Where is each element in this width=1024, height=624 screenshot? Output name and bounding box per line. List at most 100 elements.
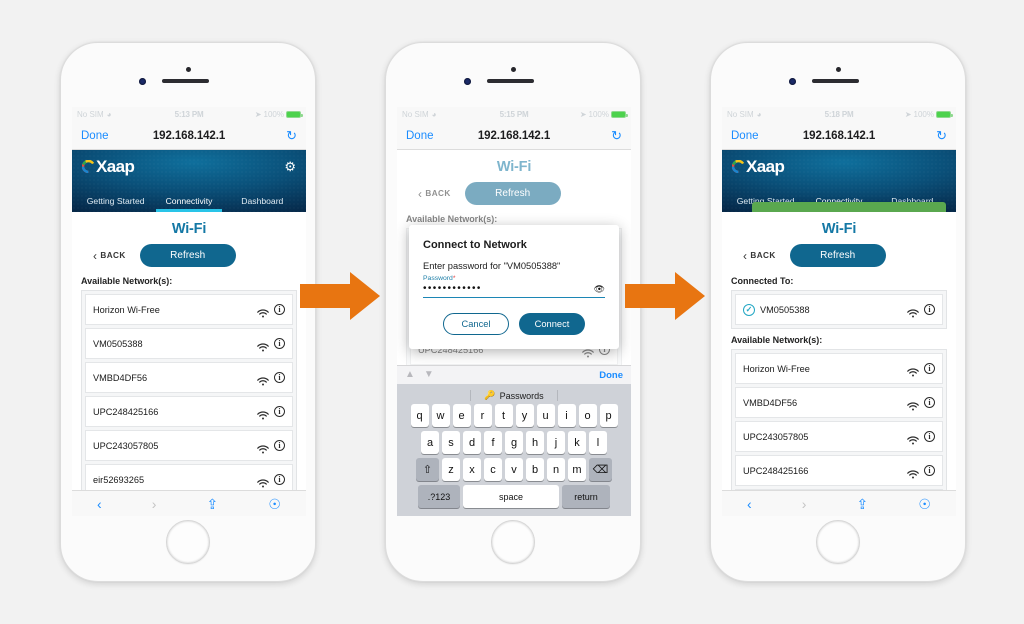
key-b[interactable]: b [526,458,544,481]
info-icon[interactable]: i [274,406,285,417]
key-c[interactable]: c [484,458,502,481]
front-camera-icon [139,78,146,85]
network-name: UPC243057805 [93,440,159,451]
chevron-down-icon[interactable]: ▼ [424,370,434,380]
key-m[interactable]: m [568,458,586,481]
network-row[interactable]: UPC243057805 i [85,430,293,461]
row-icons: i [907,431,935,445]
keyboard-done-button[interactable]: Done [599,370,623,381]
space-key[interactable]: space [463,485,559,508]
shift-icon[interactable]: ⇧ [416,458,439,481]
reload-icon[interactable]: ↻ [286,129,297,142]
reload-icon[interactable]: ↻ [936,129,947,142]
key-y[interactable]: y [515,404,534,427]
safari-host-label[interactable]: 192.168.142.1 [397,130,631,142]
key-r[interactable]: r [473,404,492,427]
key-a[interactable]: a [421,431,439,454]
home-button[interactable] [816,520,860,564]
network-list-3[interactable]: Horizon Wi-Free i VMBD4DF56 i UPC243057805 i U… [731,349,947,490]
keyboard-row-1: qwertyuiop [399,404,629,427]
wifi-signal-icon [257,441,269,454]
key-i[interactable]: i [557,404,576,427]
back-button[interactable]: ‹ BACK [731,250,776,262]
key-e[interactable]: e [452,404,471,427]
back-button[interactable]: ‹ BACK [81,250,126,262]
info-icon[interactable]: i [274,474,285,485]
tab-getting-started[interactable]: Getting Started [79,196,152,212]
app-content-3: Wi-Fi ‹ BACK Refresh Connected To: ✓ VM0… [722,212,956,490]
wifi-controls: ‹ BACK Refresh [81,244,297,275]
network-row[interactable]: VMBD4DF56 i [85,362,293,393]
reload-icon[interactable]: ↻ [611,129,622,142]
info-icon[interactable]: i [924,431,935,442]
key-l[interactable]: l [589,431,607,454]
passwords-suggestion[interactable]: Passwords [500,391,544,401]
home-button[interactable] [491,520,535,564]
back-chevron-icon[interactable]: ‹ [747,497,752,511]
key-k[interactable]: k [568,431,586,454]
info-icon[interactable]: i [274,338,285,349]
key-g[interactable]: g [505,431,523,454]
key-t[interactable]: t [494,404,513,427]
network-row[interactable]: eir52693265 i [85,464,293,490]
info-icon[interactable]: i [924,304,935,315]
key-s[interactable]: s [442,431,460,454]
return-key[interactable]: return [562,485,610,508]
tab-connectivity[interactable]: Connectivity [152,196,225,212]
backspace-icon[interactable]: ⌫ [589,458,612,481]
network-row[interactable]: Horizon Wi-Free i [85,294,293,325]
home-button[interactable] [166,520,210,564]
network-row[interactable]: UPC243057805 i [735,421,943,452]
network-row[interactable]: VMBD4DF56 i [735,387,943,418]
cancel-button[interactable]: Cancel [443,313,509,335]
info-icon[interactable]: i [924,465,935,476]
info-icon[interactable]: i [274,440,285,451]
key-x[interactable]: x [463,458,481,481]
network-row[interactable]: UPC248425166 i [85,396,293,427]
key-h[interactable]: h [526,431,544,454]
gear-icon[interactable]: ⚙ [284,160,296,173]
back-chevron-icon[interactable]: ‹ [97,497,102,511]
share-icon[interactable]: ⇪ [857,497,869,511]
refresh-button[interactable]: Refresh [789,244,886,267]
password-input[interactable]: •••••••••••• [423,284,482,294]
key-j[interactable]: j [547,431,565,454]
info-icon[interactable]: i [924,363,935,374]
safari-host-label[interactable]: 192.168.142.1 [72,130,306,142]
key-v[interactable]: v [505,458,523,481]
compass-icon[interactable]: ☉ [268,497,281,511]
wifi-signal-icon [907,466,919,479]
earpiece-speaker [812,79,859,83]
network-list-1[interactable]: Horizon Wi-Free i VM0505388 i VMBD4DF56 i UPC2… [81,290,297,490]
network-row[interactable]: UPC248425166 i [735,455,943,486]
safari-host-label[interactable]: 192.168.142.1 [722,130,956,142]
key-q[interactable]: q [410,404,429,427]
compass-icon[interactable]: ☉ [918,497,931,511]
key-o[interactable]: o [578,404,597,427]
numeric-key[interactable]: .?123 [418,485,460,508]
network-row[interactable]: Horizon Wi-Free i [735,353,943,384]
password-field[interactable]: •••••••••••• 👁 [423,282,605,298]
key-f[interactable]: f [484,431,502,454]
refresh-button[interactable]: Refresh [139,244,236,267]
key-p[interactable]: p [599,404,618,427]
info-icon[interactable]: i [924,397,935,408]
connect-button[interactable]: Connect [519,313,585,335]
network-name: VM0505388 [93,338,143,349]
key-w[interactable]: w [431,404,450,427]
info-icon[interactable]: i [274,304,285,315]
key-z[interactable]: z [442,458,460,481]
tab-dashboard[interactable]: Dashboard [226,196,299,212]
keyboard-suggestion-bar[interactable]: 🔑 Passwords [399,387,629,404]
key-n[interactable]: n [547,458,565,481]
info-icon[interactable]: i [274,372,285,383]
share-icon[interactable]: ⇪ [207,497,219,511]
key-u[interactable]: u [536,404,555,427]
eye-icon[interactable]: 👁 [594,284,605,294]
front-camera-icon [789,78,796,85]
connected-network-row[interactable]: ✓ VM0505388 i [735,294,943,325]
key-d[interactable]: d [463,431,481,454]
chevron-up-icon[interactable]: ▲ [405,370,415,380]
network-row[interactable]: VM0505388 i [85,328,293,359]
xaap-logo-text: Xaap [746,157,785,176]
